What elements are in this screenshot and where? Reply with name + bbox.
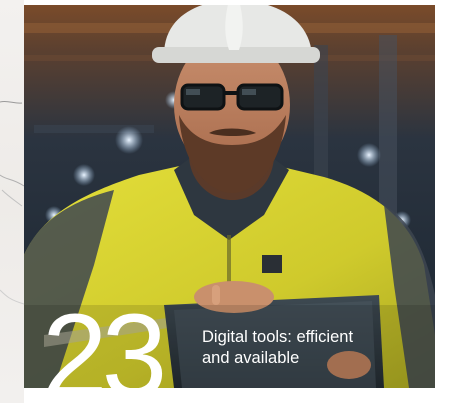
headline-line-1: Digital tools: efficient [202,328,354,346]
card-headline[interactable]: Digital tools: efficient and available [202,327,422,369]
headline-line-2: and available [202,349,300,367]
right-margin [435,0,452,403]
page: 23 Digital tools: efficient and availabl… [0,0,452,403]
feature-card[interactable]: 23 Digital tools: efficient and availabl… [24,5,435,388]
issue-number: 23 [42,290,167,388]
previous-panel-edge [0,0,24,403]
